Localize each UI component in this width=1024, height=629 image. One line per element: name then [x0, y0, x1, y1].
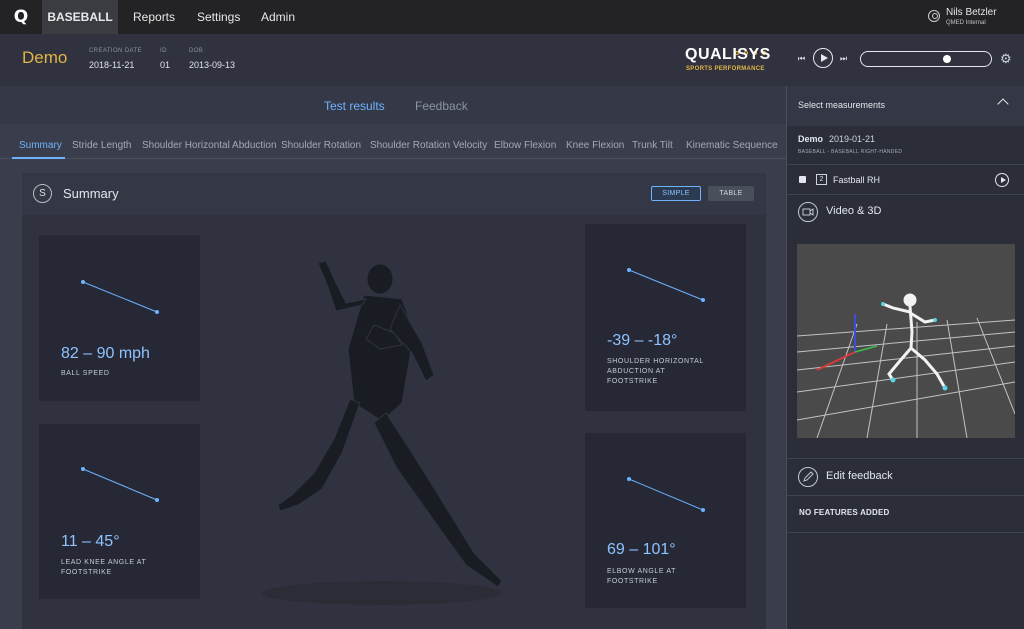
session-name: Demo	[798, 134, 824, 144]
slider-handle[interactable]	[943, 55, 951, 63]
divider	[787, 194, 1024, 195]
video-3d-title: Video & 3D	[826, 205, 882, 217]
user-icon[interactable]	[928, 10, 940, 22]
metric-card-ball-speed[interactable]: 82 – 90 mph BALL SPEED	[39, 235, 200, 401]
metric-value: -39 – -18°	[607, 332, 678, 349]
active-tab-indicator	[12, 157, 65, 159]
creation-date-value: 2018-11-21	[89, 60, 135, 70]
nav-admin[interactable]: Admin	[261, 0, 295, 34]
measurement-name[interactable]: Fastball RH	[833, 175, 880, 185]
subtab-knee-flexion[interactable]: Knee Flexion	[566, 140, 624, 151]
skip-back-icon[interactable]: ⏮	[798, 54, 805, 64]
session-sport: BASEBALL - BASEBALL RIGHT-HANDED	[798, 149, 903, 155]
metric-value: 82 – 90 mph	[61, 345, 150, 362]
metric-label: SHOULDER HORIZONTAL ABDUCTION AT FOOTSTR…	[607, 358, 704, 385]
user-name[interactable]: Nils Betzler	[946, 7, 997, 18]
select-measurements-title: Select measurements	[798, 100, 886, 110]
table-view-button[interactable]: TABLE	[708, 186, 754, 201]
play-measurement-button[interactable]	[995, 173, 1009, 187]
subtab-kinematic-sequence[interactable]: Kinematic Sequence	[686, 140, 778, 151]
chevron-up-icon[interactable]	[997, 98, 1009, 110]
measurement-checkbox[interactable]	[799, 176, 806, 183]
subtab-trunk-tilt[interactable]: Trunk Tilt	[632, 140, 673, 151]
subtab-stride-length[interactable]: Stride Length	[72, 140, 132, 151]
select-measurements-header[interactable]: Select measurements	[787, 86, 1024, 126]
dob-value: 2013-09-13	[189, 60, 236, 70]
tab-divider	[0, 158, 786, 159]
divider	[787, 458, 1024, 459]
subtab-elbow-flexion[interactable]: Elbow Flexion	[494, 140, 556, 151]
user-org: QMED Internal	[946, 20, 986, 26]
play-button[interactable]	[813, 48, 833, 68]
measurements-sidebar: Select measurements Demo 2019-01-21 BASE…	[786, 86, 1024, 629]
metric-tabs: Summary Stride Length Shoulder Horizonta…	[0, 124, 786, 158]
summary-badge: S	[33, 184, 52, 203]
divider	[787, 164, 1024, 165]
metric-label: LEAD KNEE ANGLE AT FOOTSTRIKE	[61, 559, 147, 576]
summary-header: S Summary SIMPLE TABLE	[22, 173, 766, 215]
subtab-shoulder-rotation[interactable]: Shoulder Rotation	[281, 140, 361, 151]
divider	[787, 495, 1024, 496]
skip-forward-icon[interactable]: ⏭	[840, 54, 847, 64]
session-date: 2019-01-21	[829, 134, 876, 144]
measurement-number: 2	[816, 174, 827, 185]
simple-view-button[interactable]: SIMPLE	[651, 186, 701, 201]
metric-card-lead-knee-angle[interactable]: 11 – 45° LEAD KNEE ANGLE AT FOOTSTRIKE	[39, 424, 200, 599]
id-value: 01	[160, 60, 171, 70]
dob-label: DOB	[189, 48, 204, 54]
brand-logo: QUALISYS	[685, 46, 771, 63]
metric-card-shoulder-abduction[interactable]: -39 – -18° SHOULDER HORIZONTAL ABDUCTION…	[585, 224, 746, 411]
playback-slider[interactable]	[860, 51, 992, 67]
nav-settings[interactable]: Settings	[197, 0, 240, 34]
nav-baseball[interactable]: BASEBALL	[42, 0, 118, 34]
gear-icon[interactable]: ⚙	[1000, 52, 1012, 66]
id-label: ID	[160, 48, 167, 54]
subtab-shoulder-horizontal-abduction[interactable]: Shoulder Horizontal Abduction	[142, 140, 277, 151]
edit-feedback-button[interactable]: Edit feedback	[826, 470, 893, 482]
subtab-summary[interactable]: Summary	[19, 140, 62, 151]
result-tabs: Test results Feedback	[0, 86, 786, 124]
summary-panel: S Summary SIMPLE TABLE 82 – 90 mph BALL …	[22, 173, 766, 629]
creation-date-label: CREATION DATE	[89, 48, 142, 54]
tab-test-results[interactable]: Test results	[324, 99, 385, 113]
3d-viewer[interactable]	[796, 244, 1016, 439]
subtab-shoulder-rotation-velocity[interactable]: Shoulder Rotation Velocity	[370, 140, 487, 151]
no-features-text: NO FEATURES ADDED	[799, 508, 890, 517]
main-content: Test results Feedback Summary Stride Len…	[0, 86, 786, 629]
metric-label: BALL SPEED	[61, 370, 110, 377]
session-title: Demo	[22, 48, 68, 67]
tab-feedback[interactable]: Feedback	[415, 99, 468, 113]
top-nav: Q BASEBALL Reports Settings Admin Nils B…	[0, 0, 1024, 34]
nav-reports[interactable]: Reports	[133, 0, 175, 34]
summary-title: Summary	[63, 186, 119, 201]
app-logo[interactable]: Q	[0, 0, 42, 34]
athlete-3d-model	[262, 260, 503, 605]
divider	[787, 532, 1024, 533]
metric-value: 11 – 45°	[61, 533, 120, 550]
metric-label: ELBOW ANGLE AT FOOTSTRIKE	[607, 568, 676, 585]
pencil-icon[interactable]	[798, 467, 818, 487]
video-camera-icon	[798, 202, 818, 222]
brand-subtitle: SPORTS PERFORMANCE	[686, 66, 765, 72]
metric-value: 69 – 101°	[607, 541, 676, 558]
metric-card-elbow-angle[interactable]: 69 – 101° ELBOW ANGLE AT FOOTSTRIKE	[585, 433, 746, 608]
skeleton-3d-view	[796, 293, 1016, 439]
